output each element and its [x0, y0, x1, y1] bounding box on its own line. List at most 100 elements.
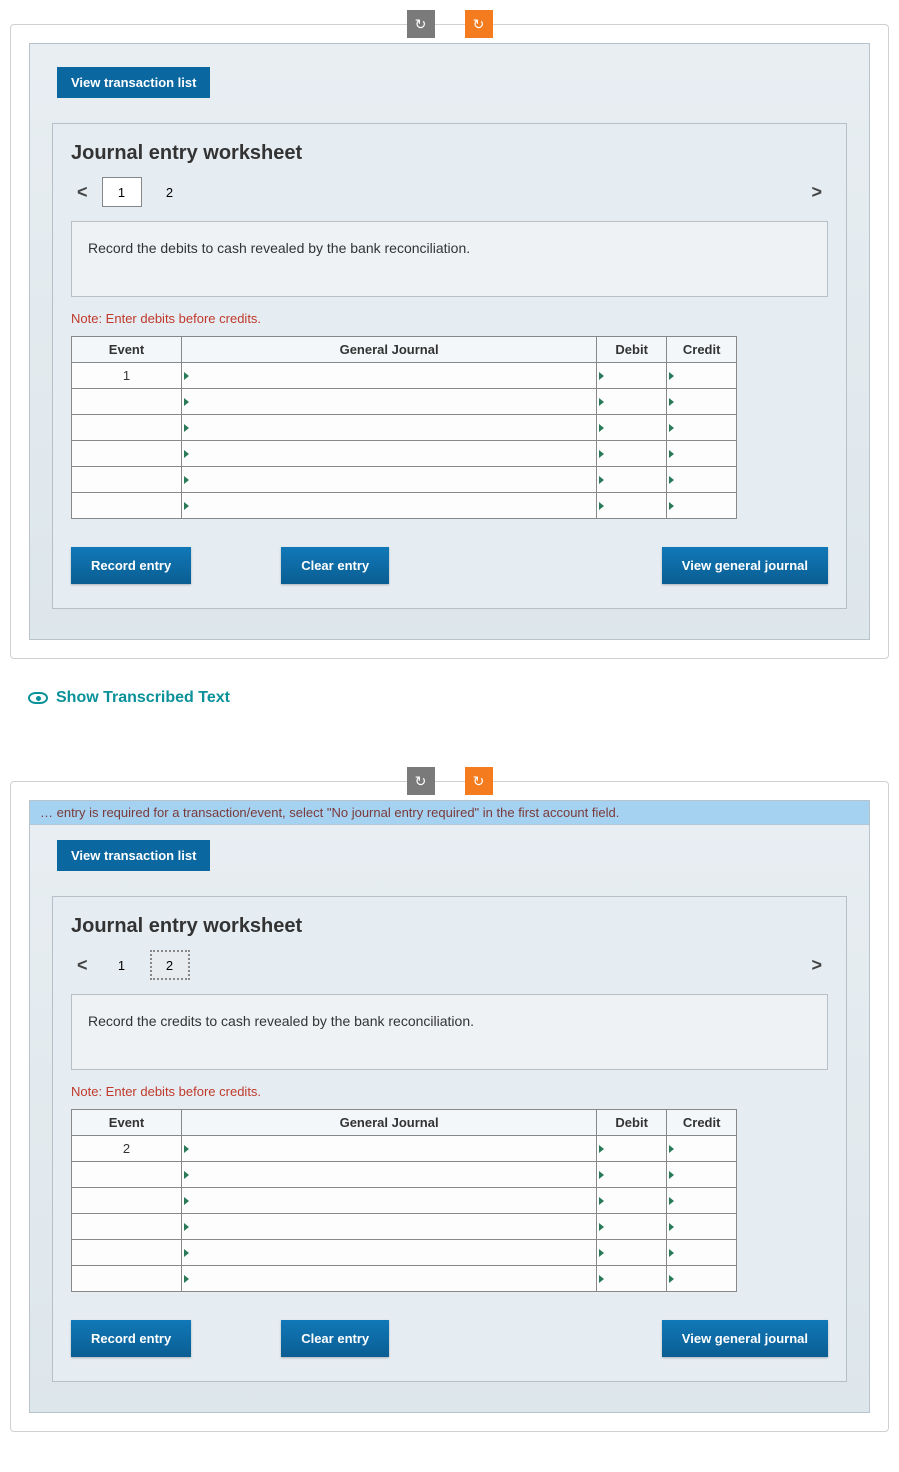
cell-event[interactable] [72, 1266, 182, 1292]
cell-event[interactable] [72, 441, 182, 467]
cell-journal[interactable] [182, 1214, 597, 1240]
pager-prev[interactable]: < [71, 178, 94, 207]
undo-button[interactable]: ↻ [407, 767, 435, 795]
dropdown-icon [599, 1197, 604, 1205]
view-general-journal-button[interactable]: View general journal [662, 1320, 828, 1357]
cell-journal[interactable] [182, 389, 597, 415]
redo-button[interactable]: ↻ [465, 767, 493, 795]
cell-credit[interactable] [667, 415, 737, 441]
table-row [72, 1240, 737, 1266]
dropdown-icon [599, 1171, 604, 1179]
dropdown-icon [184, 1171, 189, 1179]
cell-journal[interactable] [182, 467, 597, 493]
dropdown-icon [599, 1275, 604, 1283]
cell-journal[interactable] [182, 415, 597, 441]
cell-credit[interactable] [667, 1188, 737, 1214]
cell-credit[interactable] [667, 467, 737, 493]
table-row [72, 441, 737, 467]
cell-debit[interactable] [597, 467, 667, 493]
view-transaction-list-button[interactable]: View transaction list [57, 67, 210, 98]
cell-journal[interactable] [182, 363, 597, 389]
table-row: 1 [72, 363, 737, 389]
worksheet-title: Journal entry worksheet [71, 142, 828, 165]
pager-page-1[interactable]: 1 [102, 177, 142, 207]
cell-debit[interactable] [597, 389, 667, 415]
note-text: Note: Enter debits before credits. [71, 1084, 828, 1099]
cell-debit[interactable] [597, 441, 667, 467]
view-general-journal-button[interactable]: View general journal [662, 547, 828, 584]
dropdown-icon [599, 372, 604, 380]
cell-credit[interactable] [667, 389, 737, 415]
cell-journal[interactable] [182, 1136, 597, 1162]
cell-event[interactable]: 2 [72, 1136, 182, 1162]
pager-page-2[interactable]: 2 [150, 950, 190, 980]
cell-debit[interactable] [597, 363, 667, 389]
cell-debit[interactable] [597, 1188, 667, 1214]
dropdown-icon [184, 1275, 189, 1283]
header-debit: Debit [597, 337, 667, 363]
pager-prev[interactable]: < [71, 951, 94, 980]
cell-credit[interactable] [667, 493, 737, 519]
table-row [72, 1214, 737, 1240]
pager-page-2[interactable]: 2 [150, 177, 190, 207]
cell-event[interactable] [72, 467, 182, 493]
dropdown-icon [184, 1223, 189, 1231]
cell-journal[interactable] [182, 1162, 597, 1188]
cell-debit[interactable] [597, 1162, 667, 1188]
pager-next[interactable]: > [805, 178, 828, 207]
cell-journal[interactable] [182, 441, 597, 467]
table-row [72, 389, 737, 415]
dropdown-icon [184, 450, 189, 458]
redo-button[interactable]: ↻ [465, 10, 493, 38]
cell-event[interactable] [72, 493, 182, 519]
cell-credit[interactable] [667, 363, 737, 389]
dropdown-icon [599, 424, 604, 432]
dropdown-icon [669, 1197, 674, 1205]
view-transaction-list-button[interactable]: View transaction list [57, 840, 210, 871]
table-row [72, 1162, 737, 1188]
cell-event[interactable] [72, 1214, 182, 1240]
cell-event[interactable] [72, 415, 182, 441]
dropdown-icon [669, 502, 674, 510]
dropdown-icon [669, 1171, 674, 1179]
eye-icon [28, 692, 48, 704]
pager-next[interactable]: > [805, 951, 828, 980]
instruction-box: Record the debits to cash revealed by th… [71, 221, 828, 297]
cell-journal[interactable] [182, 1188, 597, 1214]
journal-entry-table: Event General Journal Debit Credit 1 [71, 336, 737, 519]
cell-debit[interactable] [597, 493, 667, 519]
cell-journal[interactable] [182, 1266, 597, 1292]
cell-journal[interactable] [182, 1240, 597, 1266]
cell-credit[interactable] [667, 1266, 737, 1292]
cell-credit[interactable] [667, 1214, 737, 1240]
show-transcribed-toggle[interactable]: Show Transcribed Text [28, 689, 889, 707]
cell-credit[interactable] [667, 1136, 737, 1162]
undo-button[interactable]: ↻ [407, 10, 435, 38]
cell-debit[interactable] [597, 415, 667, 441]
cell-credit[interactable] [667, 1162, 737, 1188]
worksheet-title: Journal entry worksheet [71, 915, 828, 938]
cell-credit[interactable] [667, 1240, 737, 1266]
dropdown-icon [599, 502, 604, 510]
record-entry-button[interactable]: Record entry [71, 1320, 191, 1357]
worksheet-card-2: … entry is required for a transaction/ev… [10, 781, 889, 1432]
cell-debit[interactable] [597, 1266, 667, 1292]
cell-event[interactable] [72, 1188, 182, 1214]
cell-debit[interactable] [597, 1136, 667, 1162]
cell-debit[interactable] [597, 1214, 667, 1240]
pager-page-1[interactable]: 1 [102, 950, 142, 980]
cell-event[interactable]: 1 [72, 363, 182, 389]
cell-event[interactable] [72, 1240, 182, 1266]
cell-credit[interactable] [667, 441, 737, 467]
dropdown-icon [669, 450, 674, 458]
clear-entry-button[interactable]: Clear entry [281, 547, 389, 584]
worksheet-card-1: View transaction list Journal entry work… [10, 24, 889, 659]
note-text: Note: Enter debits before credits. [71, 311, 828, 326]
dropdown-icon [184, 1145, 189, 1153]
cell-journal[interactable] [182, 493, 597, 519]
clear-entry-button[interactable]: Clear entry [281, 1320, 389, 1357]
record-entry-button[interactable]: Record entry [71, 547, 191, 584]
cell-debit[interactable] [597, 1240, 667, 1266]
cell-event[interactable] [72, 1162, 182, 1188]
cell-event[interactable] [72, 389, 182, 415]
